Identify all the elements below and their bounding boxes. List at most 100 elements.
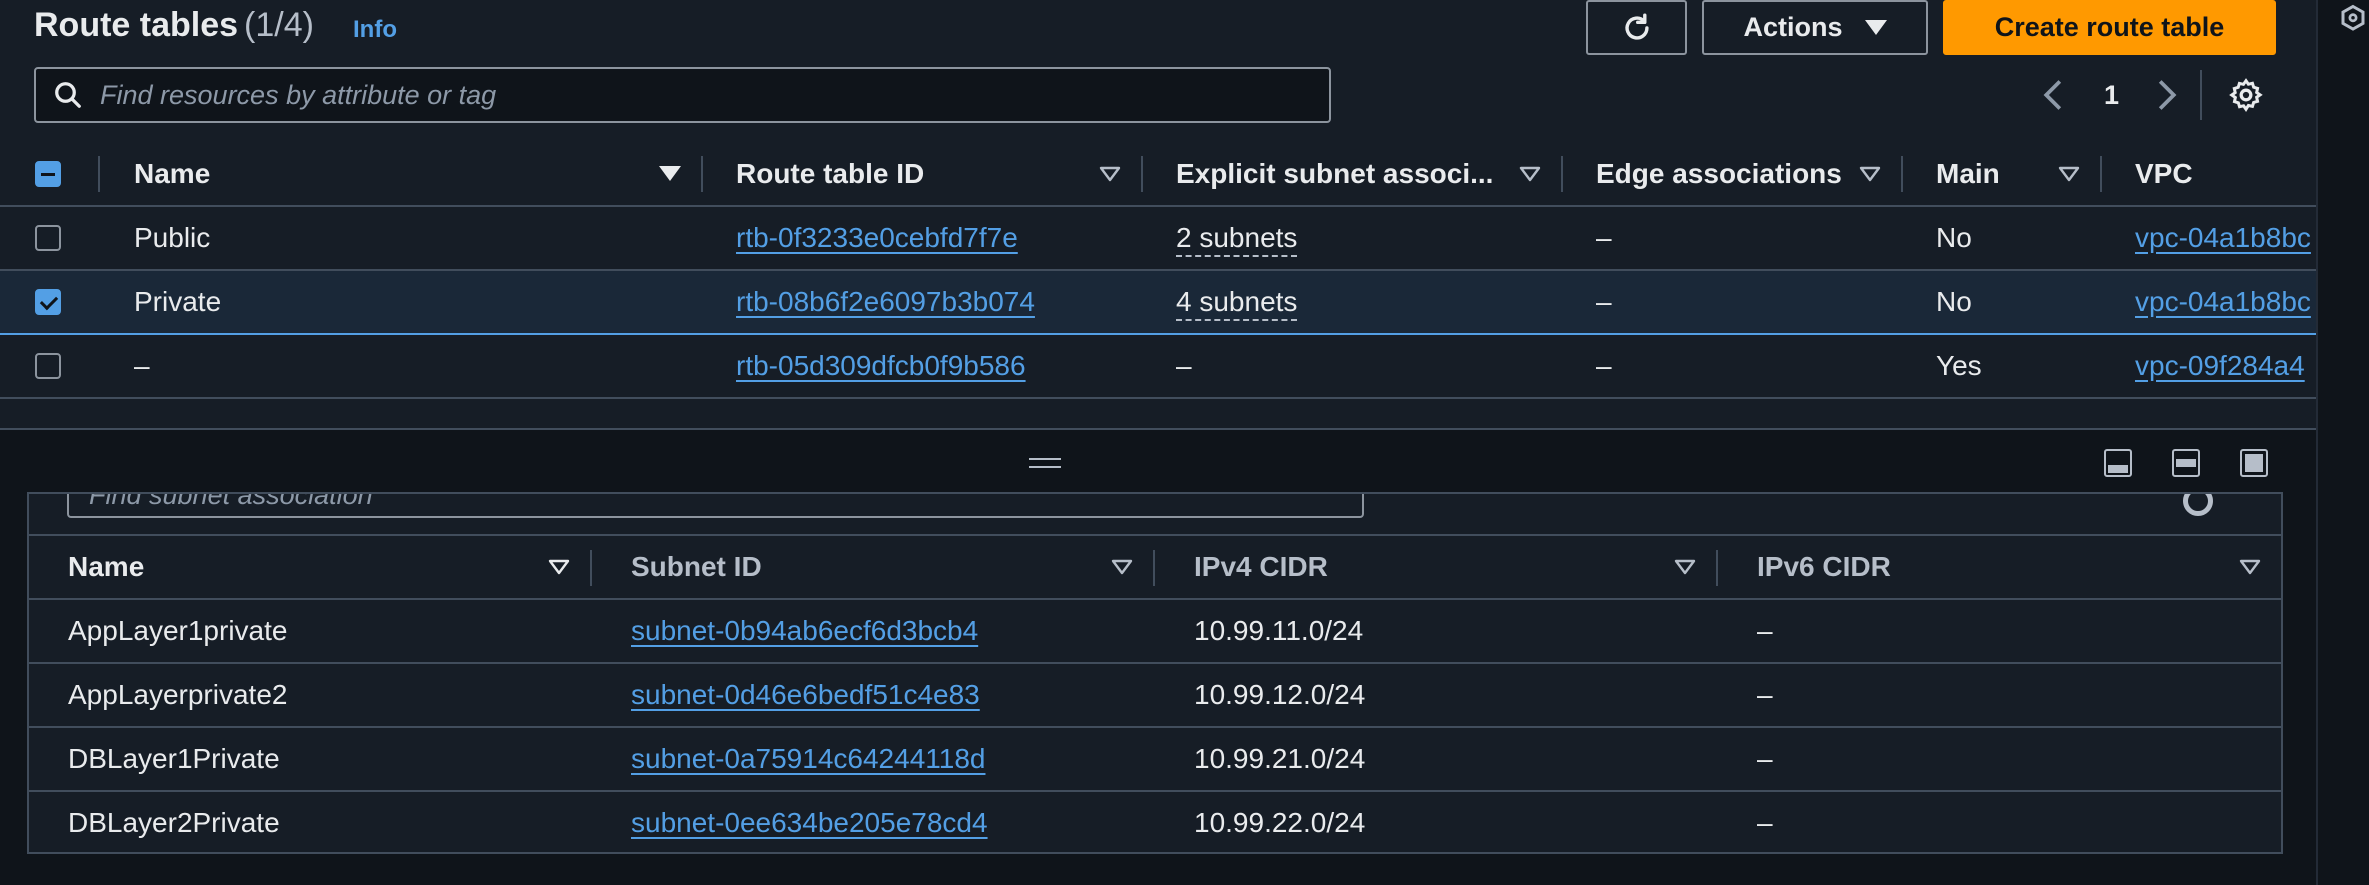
refresh-icon xyxy=(1624,13,1649,40)
cell-main: Yes xyxy=(1903,334,2102,399)
cell-explicit-subnets: 4 subnets xyxy=(1143,269,1563,335)
create-route-table-button[interactable]: Create route table xyxy=(1943,0,2276,55)
sort-icon[interactable] xyxy=(1099,166,1121,182)
sort-icon[interactable] xyxy=(2239,559,2261,575)
column-header-edge-associations[interactable]: Edge associations xyxy=(1563,142,1903,207)
route-tables-container: Route tables (1/4) Info Actions Create ro… xyxy=(0,0,2316,428)
column-label: VPC xyxy=(2135,157,2193,189)
row-checkbox[interactable] xyxy=(35,289,61,315)
subnet-id-link[interactable]: subnet-0b94ab6ecf6d3bcb4 xyxy=(631,615,978,646)
cell-subnet-name: AppLayerprivate2 xyxy=(29,663,592,728)
sort-icon[interactable] xyxy=(548,559,570,575)
caret-down-icon xyxy=(1864,20,1887,35)
route-table-id-link[interactable]: rtb-0f3233e0cebfd7f7e xyxy=(736,222,1018,253)
subnet-id-link[interactable]: subnet-0ee634be205e78cd4 xyxy=(631,807,988,838)
table-row-selected[interactable]: Private rtb-08b6f2e6097b3b074 4 subnets … xyxy=(0,269,2316,335)
column-label: IPv4 CIDR xyxy=(1194,551,1328,582)
sort-icon[interactable] xyxy=(1111,559,1133,575)
route-table-id-link[interactable]: rtb-08b6f2e6097b3b074 xyxy=(736,286,1035,317)
table-row[interactable]: Public rtb-0f3233e0cebfd7f7e 2 subnets –… xyxy=(0,206,2316,271)
cell-explicit-subnets: – xyxy=(1143,334,1563,399)
table-row[interactable]: – rtb-05d309dfcb0f9b586 – – Yes vpc-09f2… xyxy=(0,334,2316,399)
table-header-row: Name Route table ID Explicit subnet asso… xyxy=(0,142,2316,207)
info-link[interactable]: Info xyxy=(353,16,397,44)
cell-subnet-id: subnet-0a75914c64244118d xyxy=(592,727,1155,792)
right-side-rail xyxy=(2316,0,2369,885)
next-page-icon[interactable] xyxy=(2156,72,2178,118)
column-header-vpc[interactable]: VPC xyxy=(2102,142,2316,207)
cell-vpc: vpc-04a1b8bc xyxy=(2102,269,2316,335)
cell-route-table-id: rtb-05d309dfcb0f9b586 xyxy=(703,334,1143,399)
cell-subnet-name: DBLayer2Private xyxy=(29,791,592,852)
column-label: Name xyxy=(134,157,211,189)
table-row: DBLayer2Private subnet-0ee634be205e78cd4… xyxy=(29,791,2281,852)
cell-name: – xyxy=(100,334,703,399)
cell-ipv4-cidr: 10.99.21.0/24 xyxy=(1155,727,1718,792)
column-header-name[interactable]: Name xyxy=(100,142,703,207)
cell-ipv6-cidr: – xyxy=(1718,599,2281,664)
refresh-button[interactable] xyxy=(1586,0,1687,55)
search-icon xyxy=(36,80,100,110)
page-title-text: Route tables xyxy=(34,6,239,44)
sort-icon[interactable] xyxy=(1859,166,1881,182)
subnet-associations-table: Name Subnet ID IPv4 CIDR IPv6 CIDR AppLa… xyxy=(29,534,2281,852)
resize-handle-icon[interactable] xyxy=(1029,458,1061,468)
split-full-layout-icon[interactable] xyxy=(2240,449,2268,477)
subnet-associations-panel: Find subnet association Name Subnet ID I… xyxy=(27,492,2283,854)
cell-main: No xyxy=(1903,269,2102,335)
sort-icon[interactable] xyxy=(1674,559,1696,575)
help-panel-icon[interactable] xyxy=(2338,4,2368,34)
cell-subnet-name: AppLayer1private xyxy=(29,599,592,664)
column-header-main[interactable]: Main xyxy=(1903,142,2102,207)
column-header-ipv6-cidr[interactable]: IPv6 CIDR xyxy=(1718,534,2281,600)
subnets-popover-trigger[interactable]: 4 subnets xyxy=(1176,286,1298,321)
column-label: Route table ID xyxy=(736,157,925,189)
column-label: Main xyxy=(1936,157,2000,189)
route-tables-table: Name Route table ID Explicit subnet asso… xyxy=(0,142,2316,399)
cell-ipv4-cidr: 10.99.11.0/24 xyxy=(1155,599,1718,664)
current-page-number[interactable]: 1 xyxy=(2104,72,2119,118)
cell-subnet-id: subnet-0d46e6bedf51c4e83 xyxy=(592,663,1155,728)
cell-edge: – xyxy=(1563,269,1903,335)
column-header-subnet-id[interactable]: Subnet ID xyxy=(592,534,1155,600)
table-row: AppLayerprivate2 subnet-0d46e6bedf51c4e8… xyxy=(29,663,2281,728)
sort-icon[interactable] xyxy=(2058,166,2080,182)
page-title: Route tables (1/4) xyxy=(34,6,314,45)
actions-button[interactable]: Actions xyxy=(1702,0,1928,55)
cell-ipv4-cidr: 10.99.12.0/24 xyxy=(1155,663,1718,728)
cell-name: Private xyxy=(100,269,703,335)
column-header-ipv4-cidr[interactable]: IPv4 CIDR xyxy=(1155,534,1718,600)
vpc-link[interactable]: vpc-04a1b8bc xyxy=(2135,286,2311,317)
subnets-popover-trigger[interactable]: 2 subnets xyxy=(1176,222,1298,257)
cell-route-table-id: rtb-08b6f2e6097b3b074 xyxy=(703,269,1143,335)
cell-main: No xyxy=(1903,206,2102,271)
subnet-search-input[interactable]: Find subnet association xyxy=(89,494,373,511)
select-all-checkbox[interactable] xyxy=(35,160,61,187)
split-middle-layout-icon[interactable] xyxy=(2172,449,2200,477)
vpc-link[interactable]: vpc-09f284a4 xyxy=(2135,350,2305,381)
select-all-cell xyxy=(0,142,100,207)
row-select-cell xyxy=(0,269,100,335)
search-field[interactable]: Find resources by attribute or tag xyxy=(34,67,1331,123)
sort-descending-icon[interactable] xyxy=(659,166,681,181)
subnet-id-link[interactable]: subnet-0a75914c64244118d xyxy=(631,743,985,774)
search-input[interactable]: Find resources by attribute or tag xyxy=(100,80,496,111)
split-bottom-layout-icon[interactable] xyxy=(2104,449,2132,477)
column-header-route-table-id[interactable]: Route table ID xyxy=(703,142,1143,207)
vpc-link[interactable]: vpc-04a1b8bc xyxy=(2135,222,2311,253)
cell-route-table-id: rtb-0f3233e0cebfd7f7e xyxy=(703,206,1143,271)
cell-edge: – xyxy=(1563,334,1903,399)
row-checkbox[interactable] xyxy=(35,353,61,379)
column-header-explicit-subnet[interactable]: Explicit subnet associ... xyxy=(1143,142,1563,207)
sort-icon[interactable] xyxy=(1519,166,1541,182)
row-select-cell xyxy=(0,334,100,399)
preferences-gear-icon[interactable] xyxy=(2228,72,2264,118)
row-checkbox[interactable] xyxy=(35,225,61,251)
column-label: IPv6 CIDR xyxy=(1757,551,1891,582)
subnet-id-link[interactable]: subnet-0d46e6bedf51c4e83 xyxy=(631,679,980,710)
route-table-id-link[interactable]: rtb-05d309dfcb0f9b586 xyxy=(736,350,1026,381)
subnet-preferences-gear-icon[interactable] xyxy=(2183,494,2213,516)
cell-vpc: vpc-09f284a4 xyxy=(2102,334,2316,399)
previous-page-icon[interactable] xyxy=(2042,72,2064,118)
column-header-name[interactable]: Name xyxy=(29,534,592,600)
